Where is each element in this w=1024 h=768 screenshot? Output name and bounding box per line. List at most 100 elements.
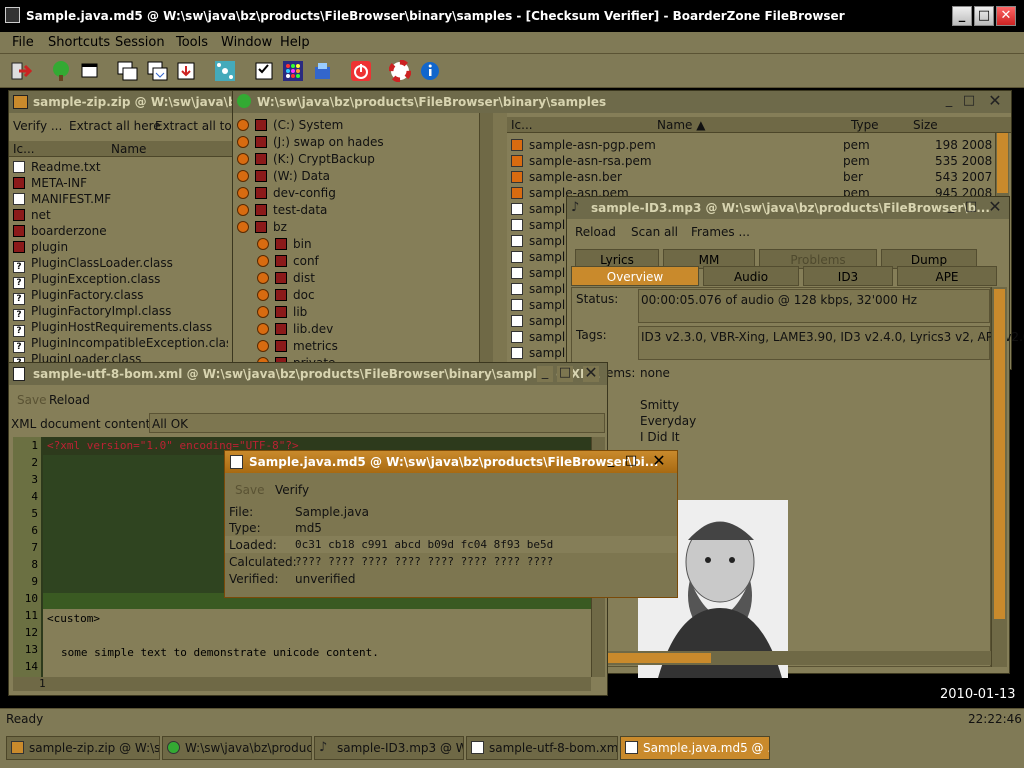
file-row[interactable]: sampl (511, 297, 565, 313)
file-row[interactable]: sample-asn-pgp.pem pem 198 2008 (511, 137, 995, 153)
checklist-icon[interactable] (253, 60, 275, 82)
tree-node[interactable]: dist (257, 270, 315, 286)
reload-button[interactable]: Reload (49, 393, 90, 407)
expand-icon[interactable] (257, 323, 269, 335)
scroll-thumb[interactable] (994, 289, 1005, 619)
minimize-button[interactable]: _ (537, 366, 553, 382)
maximize-button[interactable]: □ (974, 6, 994, 26)
zip-list-item[interactable]: META-INF (13, 175, 87, 191)
expand-icon[interactable] (257, 272, 269, 284)
window-icon[interactable] (78, 60, 100, 82)
close-button[interactable]: ✕ (987, 199, 1003, 216)
file-row[interactable]: sample-asn-rsa.pem pem 535 2008 (511, 153, 995, 169)
id3-scrollbar[interactable] (991, 287, 1007, 667)
tab-overview[interactable]: Overview (571, 266, 699, 286)
menu-file[interactable]: File (12, 35, 34, 50)
lifebuoy-icon[interactable] (388, 59, 412, 83)
zip-list-item[interactable]: Readme.txt (13, 159, 101, 175)
menu-session[interactable]: Session (115, 35, 165, 50)
close-button[interactable]: ✕ (987, 93, 1003, 110)
tree-node[interactable]: conf (257, 253, 319, 269)
cascade-icon[interactable] (116, 60, 138, 82)
col-name-header[interactable]: Name ▲ (657, 118, 705, 132)
expand-icon[interactable] (257, 255, 269, 267)
zip-list-item[interactable]: ? PluginException.class (13, 271, 160, 289)
zip-list-item[interactable]: plugin (13, 239, 68, 255)
expand-icon[interactable] (237, 187, 249, 199)
file-row[interactable]: sampl (511, 265, 565, 281)
file-row[interactable]: sampl (511, 217, 565, 233)
tree-node[interactable]: bin (257, 236, 312, 252)
xml-window-title[interactable]: sample-utf-8-bom.xml @ W:\sw\java\bz\pro… (9, 363, 607, 385)
exit-icon[interactable] (10, 60, 33, 82)
zip-list-item[interactable]: net (13, 207, 51, 223)
save-button[interactable]: Save (235, 483, 264, 497)
tab-ape[interactable]: APE (897, 266, 997, 286)
tree-node[interactable]: (J:) swap on hades (237, 134, 384, 150)
zip-list-item[interactable]: ? PluginFactoryImpl.class (13, 303, 171, 321)
expand-icon[interactable] (237, 153, 249, 165)
minimize-button[interactable]: _ (952, 6, 972, 26)
menu-window[interactable]: Window (221, 35, 272, 50)
tree-node[interactable]: dev-config (237, 185, 336, 201)
tree-node[interactable]: doc (257, 287, 315, 303)
reload-button[interactable]: Reload (575, 225, 616, 239)
save-button[interactable]: Save (17, 393, 46, 407)
file-row[interactable]: sampl (511, 281, 565, 297)
file-row[interactable]: sampl (511, 249, 565, 265)
tree-node[interactable]: test-data (237, 202, 327, 218)
col-size-header[interactable]: Size (913, 118, 938, 132)
tree-node[interactable]: bz (237, 219, 287, 235)
grid-icon[interactable] (282, 60, 304, 82)
zip-window-title[interactable]: sample-zip.zip @ W:\sw\java\bz\pro (9, 91, 232, 113)
maximize-button[interactable]: □ (557, 366, 573, 382)
zip-list-item[interactable]: ? PluginClassLoader.class (13, 255, 173, 273)
maximize-button[interactable]: □ (963, 200, 979, 216)
extract-all-here-button[interactable]: Extract all here (69, 119, 161, 133)
maximize-button[interactable]: □ (623, 454, 639, 470)
expand-icon[interactable] (257, 340, 269, 352)
tab-audio[interactable]: Audio (703, 266, 799, 286)
close-button[interactable]: ✕ (651, 453, 667, 470)
task-browser[interactable]: W:\sw\java\bz\product... (162, 736, 312, 760)
expand-icon[interactable] (237, 221, 249, 233)
network-icon[interactable] (214, 60, 236, 82)
power-icon[interactable] (350, 60, 372, 82)
tree-node[interactable]: lib.dev (257, 321, 333, 337)
minimize-button[interactable]: _ (603, 454, 619, 470)
minimize-button[interactable]: _ (943, 200, 959, 216)
tree-icon[interactable] (50, 60, 72, 82)
close-button[interactable]: ✕ (996, 6, 1016, 26)
verify-button[interactable]: Verify (275, 483, 309, 497)
expand-icon[interactable] (257, 238, 269, 250)
expand-icon[interactable] (257, 306, 269, 318)
zip-list-item[interactable]: ? PluginHostRequirements.class (13, 319, 212, 337)
tree-node[interactable]: metrics (257, 338, 338, 354)
col-name-header[interactable]: Name (111, 142, 146, 156)
expand-icon[interactable] (237, 136, 249, 148)
verify-button[interactable]: Verify ... (13, 119, 62, 133)
file-row[interactable]: sampl (511, 313, 565, 329)
info-icon[interactable] (419, 60, 441, 82)
task-zip[interactable]: sample-zip.zip @ W:\s... (6, 736, 160, 760)
tree-scrollbar[interactable] (479, 113, 493, 369)
tab-id3[interactable]: ID3 (803, 266, 893, 286)
file-row[interactable]: sampl (511, 345, 565, 361)
tree-node[interactable]: (W:) Data (237, 168, 330, 184)
expand-icon[interactable] (237, 204, 249, 216)
expand-icon[interactable] (257, 289, 269, 301)
tree-node[interactable]: (C:) System (237, 117, 343, 133)
close-button[interactable]: ✕ (583, 365, 599, 382)
maximize-button[interactable]: □ (961, 94, 977, 110)
scroll-thumb[interactable] (997, 133, 1008, 193)
menu-shortcuts[interactable]: Shortcuts (48, 35, 110, 50)
tree-node[interactable]: (K:) CryptBackup (237, 151, 375, 167)
expand-icon[interactable] (237, 170, 249, 182)
frames-button[interactable]: Frames ... (691, 225, 750, 239)
col-icon-header[interactable]: Ic... (13, 142, 35, 156)
file-row[interactable]: sampl (511, 201, 565, 217)
zip-list-item[interactable]: MANIFEST.MF (13, 191, 111, 207)
menu-tools[interactable]: Tools (176, 35, 208, 50)
tree-node[interactable]: lib (257, 304, 307, 320)
task-id3[interactable]: ♪ sample-ID3.mp3 @ W:... (314, 736, 464, 760)
